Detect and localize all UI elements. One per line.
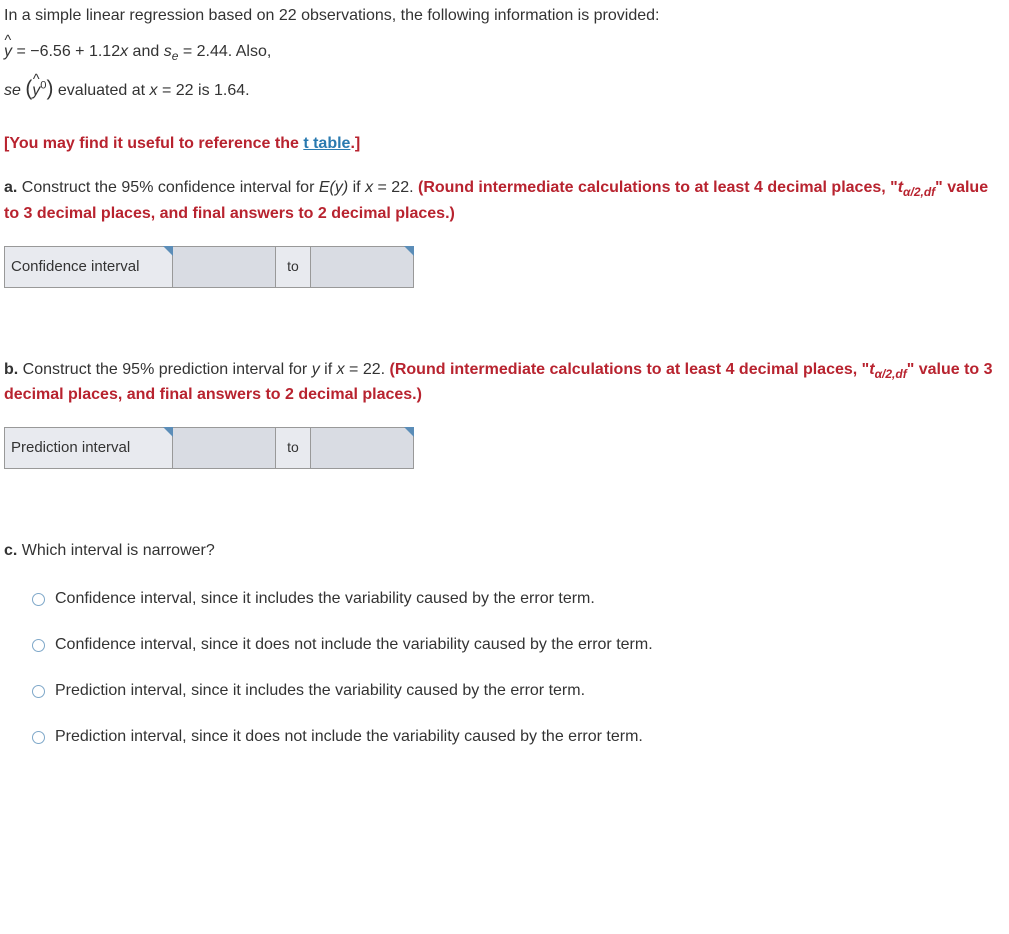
t-table-link[interactable]: t table: [303, 135, 350, 152]
pi-label-cell: Prediction interval: [5, 427, 173, 468]
option-2-label: Confidence interval, since it does not i…: [55, 633, 653, 657]
corner-marker-icon: [163, 246, 173, 256]
corner-marker-icon: [404, 427, 414, 437]
prediction-interval-table: Prediction interval to: [4, 427, 414, 469]
corner-marker-icon: [163, 427, 173, 437]
radio-option-3[interactable]: [32, 685, 45, 698]
option-3-label: Prediction interval, since it includes t…: [55, 679, 585, 703]
corner-marker-icon: [404, 246, 414, 256]
option-4-label: Prediction interval, since it does not i…: [55, 725, 643, 749]
ci-upper-input[interactable]: [311, 246, 414, 287]
ci-label-cell: Confidence interval: [5, 246, 173, 287]
confidence-interval-table: Confidence interval to: [4, 246, 414, 288]
radio-option-1[interactable]: [32, 593, 45, 606]
intro-text: In a simple linear regression based on 2…: [4, 4, 1005, 28]
to-label: to: [276, 427, 311, 468]
to-label: to: [276, 246, 311, 287]
radio-option-2[interactable]: [32, 639, 45, 652]
part-a: a. Construct the 95% confidence interval…: [4, 176, 1005, 225]
part-b: b. Construct the 95% prediction interval…: [4, 358, 1005, 407]
ci-lower-input[interactable]: [173, 246, 276, 287]
options-group: Confidence interval, since it includes t…: [32, 587, 1005, 749]
equation-line-1: y = −6.56 + 1.12x and se = 2.44. Also,: [4, 40, 1005, 65]
equation-line-2: se (y0) evaluated at x = 22 is 1.64.: [4, 73, 1005, 104]
reference-note: [You may find it useful to reference the…: [4, 132, 1005, 156]
part-c: c. Which interval is narrower?: [4, 539, 1005, 563]
option-1-label: Confidence interval, since it includes t…: [55, 587, 595, 611]
radio-option-4[interactable]: [32, 731, 45, 744]
pi-lower-input[interactable]: [173, 427, 276, 468]
pi-upper-input[interactable]: [311, 427, 414, 468]
